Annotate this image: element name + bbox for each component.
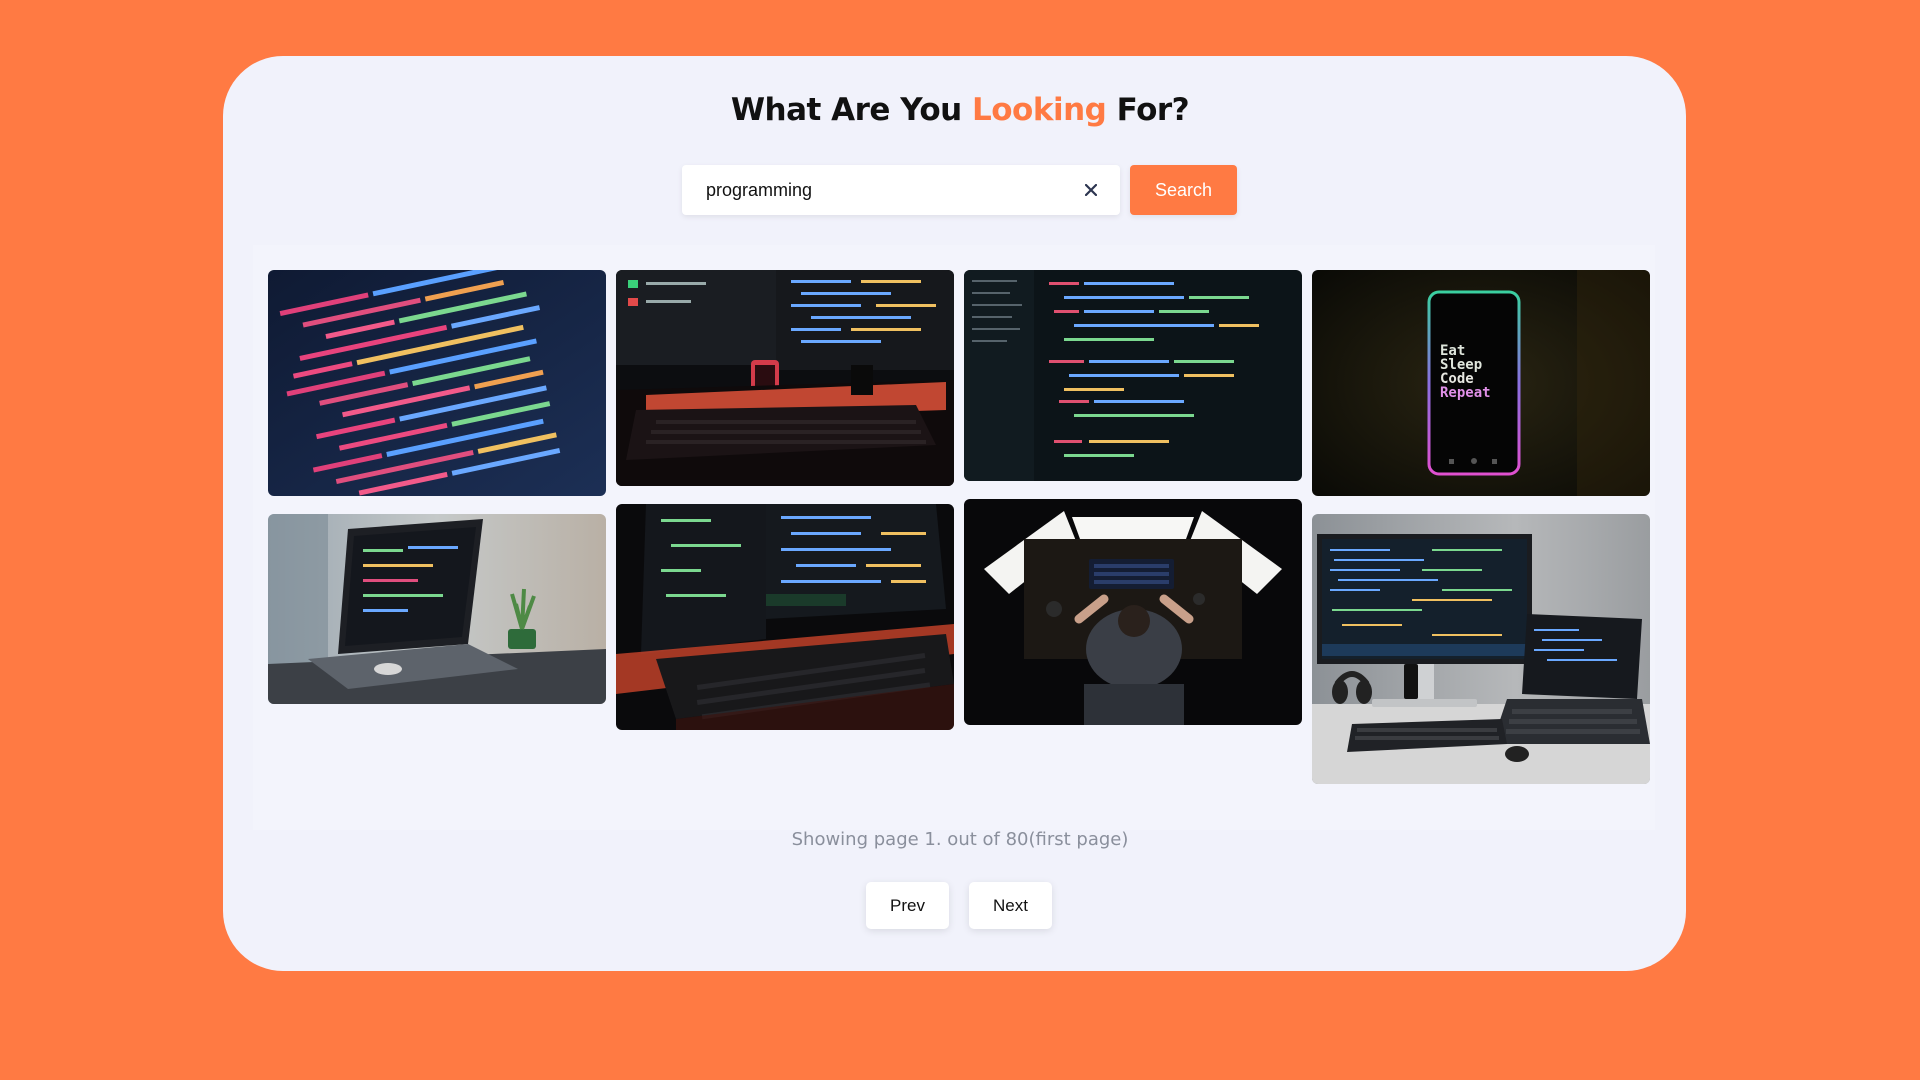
- pagination-status: Showing page 1. out of 80(first page): [791, 829, 1129, 850]
- image-laptop-on-desk[interactable]: [268, 514, 606, 704]
- title-part-1: What Are You: [730, 92, 972, 128]
- pagination-controls: Prev Next: [866, 882, 1052, 929]
- title-part-2: For?: [1106, 92, 1190, 128]
- image-code-editor-dark[interactable]: [964, 270, 1302, 481]
- search-box: [682, 165, 1120, 215]
- image-desk-topdown-lights[interactable]: [964, 499, 1302, 725]
- search-bar: Search: [682, 165, 1237, 215]
- page-title: What Are You Looking For?: [0, 92, 1920, 128]
- close-icon[interactable]: [1080, 179, 1102, 201]
- image-monitors-keyboard-red[interactable]: [616, 504, 954, 730]
- image-monitor-keyboard-red-glow[interactable]: [616, 270, 954, 486]
- prev-button[interactable]: Prev: [866, 882, 949, 929]
- search-button[interactable]: Search: [1130, 165, 1237, 215]
- phone-text-4: Repeat: [1440, 385, 1491, 401]
- search-input[interactable]: [706, 179, 1080, 201]
- title-accent-word: Looking: [972, 92, 1107, 128]
- image-monitor-laptop-setup[interactable]: [1312, 514, 1650, 784]
- next-button[interactable]: Next: [969, 882, 1052, 929]
- image-phone-eat-sleep-code[interactable]: Eat Sleep Code Repeat: [1312, 270, 1650, 496]
- image-code-closeup-1[interactable]: [268, 270, 606, 496]
